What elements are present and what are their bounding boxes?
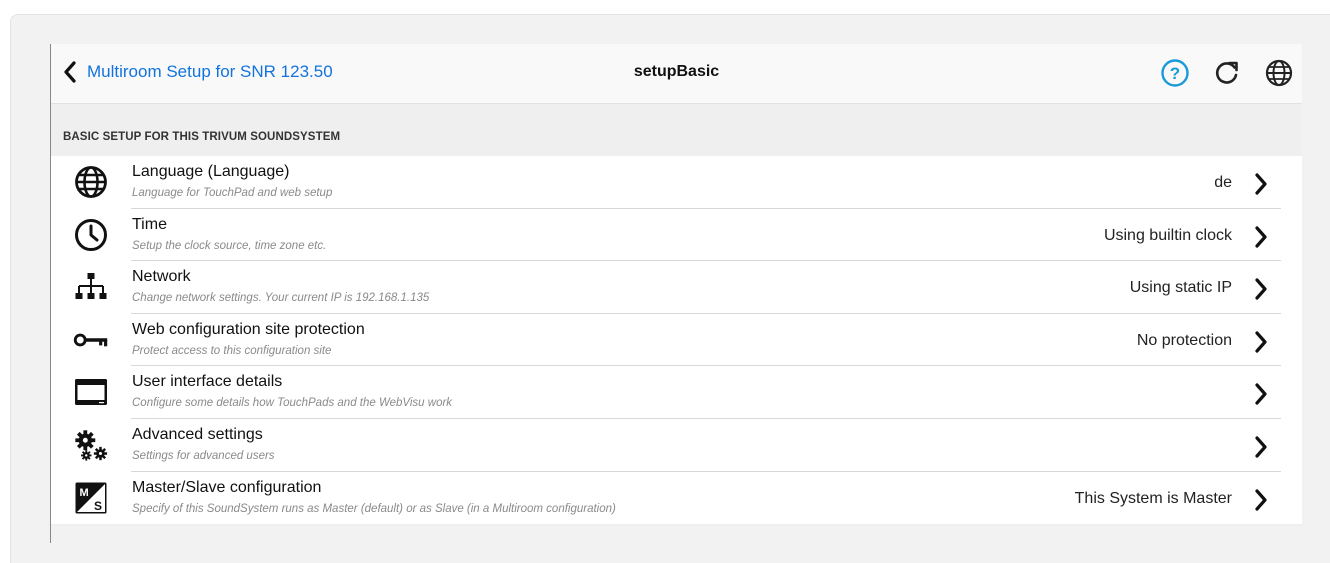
settings-list: Language (Language) Language for TouchPa… [51,156,1302,525]
chevron-right-icon [1255,278,1267,300]
globe-icon[interactable] [1264,58,1294,88]
page-title: setupBasic [633,63,720,80]
item-value: Using builtin clock [1103,226,1232,244]
svg-text:?: ? [1170,64,1180,83]
monitor-icon [73,374,109,410]
setup-panel: Multiroom Setup for SNR 123.50 setupBasi… [51,44,1302,526]
svg-text:S: S [94,499,102,513]
item-title: User interface details [132,373,283,391]
list-item-web-protection[interactable]: Web configuration site protection Protec… [51,314,1302,367]
item-title: Web configuration site protection [132,320,365,338]
item-subtitle: Settings for advanced users [132,449,275,462]
item-value: This System is Master [1074,489,1232,507]
item-value: No protection [1136,331,1232,349]
item-subtitle: Language for TouchPad and web setup [132,187,333,199]
svg-text:M: M [80,487,89,499]
list-item-network[interactable]: Network Change network settings. Your cu… [51,261,1302,314]
reload-icon[interactable] [1212,58,1242,88]
list-item-language[interactable]: Language (Language) Language for TouchPa… [51,156,1302,209]
item-title: Time [132,215,167,233]
list-item-time[interactable]: Time Setup the clock source, time zone e… [51,209,1302,262]
item-subtitle: Specify of this SoundSystem runs as Mast… [132,502,616,515]
item-title: Master/Slave configuration [132,478,322,496]
clock-icon [73,217,109,253]
item-subtitle: Configure some details how TouchPads and… [132,397,453,410]
chevron-right-icon [1255,331,1267,353]
network-icon [73,269,109,305]
item-value: de [1214,174,1232,191]
item-title: Advanced settings [132,425,263,443]
chevron-right-icon [1255,436,1267,458]
chevron-right-icon [1255,383,1267,405]
list-item-advanced-settings[interactable]: Advanced settings Settings for advanced … [51,419,1302,472]
chevron-right-icon [1255,173,1267,195]
list-item-user-interface[interactable]: User interface details Configure some de… [51,366,1302,419]
master-slave-icon: M S [73,480,109,516]
help-icon[interactable]: ? [1160,58,1190,88]
key-icon [73,322,109,358]
item-title: Network [132,268,191,286]
globe-icon [73,164,109,200]
item-subtitle: Protect access to this configuration sit… [132,344,332,357]
item-value: Using static IP [1129,279,1232,297]
gears-icon [73,427,109,463]
list-item-master-slave[interactable]: M S Master/Slave configuration Specify o… [51,472,1302,525]
item-subtitle: Setup the clock source, time zone etc. [132,239,327,252]
item-subtitle: Change network settings. Your current IP… [132,292,430,305]
section-header: BASIC SETUP FOR THIS TRIVUM SOUNDSYSTEM [63,131,341,143]
chevron-right-icon [1255,488,1267,511]
item-title: Language (Language) [132,163,290,180]
navigation-bar: Multiroom Setup for SNR 123.50 setupBasi… [51,44,1302,104]
chevron-right-icon [1255,225,1267,248]
